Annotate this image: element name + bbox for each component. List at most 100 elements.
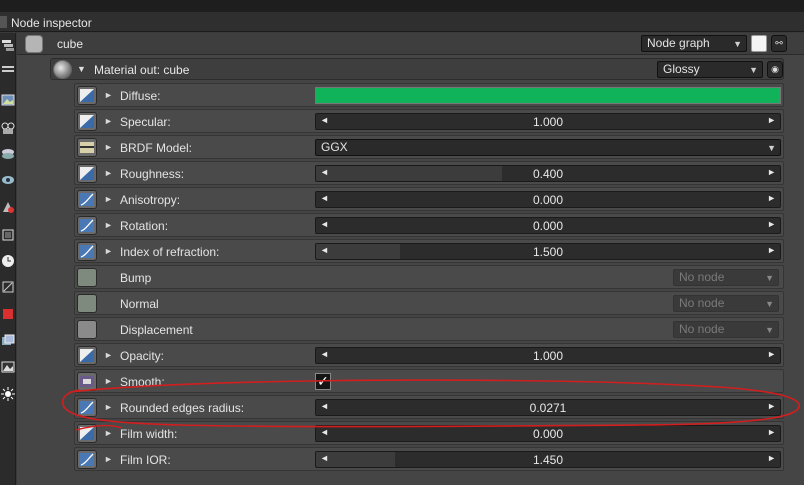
gradient-icon[interactable] <box>77 112 97 131</box>
value-slider[interactable]: ◄ 1.500 ► <box>315 243 781 260</box>
parameter-list: ► Diffuse: ► Specular: ◄ 1.000 ► ► BRDF Model: GG… <box>74 83 784 473</box>
value-slider[interactable]: ◄ 1.450 ► <box>315 451 781 468</box>
left-toolbar <box>0 33 16 485</box>
value-slider[interactable]: ◄ 0.000 ► <box>315 217 781 234</box>
increment-arrow-icon[interactable]: ► <box>767 115 776 125</box>
gradient-icon[interactable] <box>77 346 97 365</box>
smooth-checkbox[interactable]: ✓ <box>315 373 331 390</box>
value-slider[interactable]: ◄ 0.400 ► <box>315 165 781 182</box>
material-icon[interactable] <box>1 200 15 214</box>
disc-icon[interactable] <box>1 147 15 161</box>
increment-arrow-icon[interactable]: ► <box>767 193 776 203</box>
param-label: Rounded edges radius: <box>120 401 245 415</box>
expand-icon[interactable]: ► <box>104 142 113 152</box>
param-row: ► Anisotropy: ◄ 0.000 ► <box>74 187 784 211</box>
top-bar <box>0 0 804 12</box>
gradient-icon[interactable] <box>77 424 97 443</box>
expand-icon[interactable]: ► <box>104 220 113 230</box>
chevron-down-icon: ▼ <box>733 39 742 49</box>
clock-icon[interactable] <box>1 254 15 268</box>
expand-icon[interactable]: ► <box>104 246 113 256</box>
slider-value: 1.000 <box>532 349 564 363</box>
curve-icon[interactable] <box>77 216 97 235</box>
landscape-icon[interactable] <box>1 360 15 374</box>
stack-icon[interactable] <box>1 333 15 347</box>
increment-arrow-icon[interactable]: ► <box>767 349 776 359</box>
curve-icon[interactable] <box>77 450 97 469</box>
expand-icon[interactable]: ► <box>104 90 113 100</box>
param-label: BRDF Model: <box>120 141 193 155</box>
expand-icon[interactable]: ► <box>104 168 113 178</box>
list-icon[interactable] <box>1 63 15 77</box>
gradient-icon[interactable] <box>77 86 97 105</box>
curve-icon[interactable] <box>77 190 97 209</box>
increment-arrow-icon[interactable]: ► <box>767 453 776 463</box>
expand-icon[interactable]: ► <box>104 116 113 126</box>
panel-title-bar: Node inspector <box>0 12 804 32</box>
node-color-swatch[interactable] <box>25 35 43 53</box>
node-graph-dropdown[interactable]: Node graph ▼ <box>641 35 747 52</box>
param-row: ► Rounded edges radius: ◄ 0.0271 ► <box>74 395 784 419</box>
material-eye-icon[interactable]: ◉ <box>767 61 783 78</box>
empty-icon[interactable] <box>77 320 97 339</box>
color-swatch-bar[interactable] <box>315 87 781 104</box>
camera-icon[interactable] <box>1 121 15 135</box>
increment-arrow-icon[interactable]: ► <box>767 219 776 229</box>
chevron-down-icon: ▼ <box>765 299 774 309</box>
param-row: ► Film width: ◄ 0.000 ► <box>74 421 784 445</box>
node-link-dropdown[interactable]: No node ▼ <box>673 295 779 312</box>
curve-icon[interactable] <box>77 242 97 261</box>
image-icon[interactable] <box>1 93 15 107</box>
value-slider[interactable]: ◄ 0.000 ► <box>315 191 781 208</box>
increment-arrow-icon[interactable]: ► <box>767 401 776 411</box>
param-label: Specular: <box>120 115 171 129</box>
gradient-icon[interactable] <box>77 164 97 183</box>
material-sphere-icon <box>53 60 72 79</box>
slider-value: 1.450 <box>532 453 564 467</box>
param-label: Normal <box>120 297 159 311</box>
expand-icon[interactable]: ► <box>104 376 113 386</box>
value-slider[interactable]: ◄ 1.000 ► <box>315 113 781 130</box>
sun-icon[interactable] <box>1 387 15 401</box>
chevron-down-icon: ▼ <box>765 273 774 283</box>
dropdown-value: No node <box>679 270 725 284</box>
frame-icon[interactable] <box>1 228 15 242</box>
collapse-icon[interactable]: ▼ <box>77 64 86 74</box>
cube-icon[interactable] <box>1 307 15 321</box>
expand-icon[interactable]: ► <box>104 428 113 438</box>
empty-icon[interactable] <box>77 268 97 287</box>
increment-arrow-icon[interactable]: ► <box>767 167 776 177</box>
node-link-dropdown[interactable]: No node ▼ <box>673 321 779 338</box>
increment-arrow-icon[interactable]: ► <box>767 427 776 437</box>
node-header: cube Node graph ▼ ⚯ <box>17 33 804 55</box>
chevron-down-icon: ▼ <box>765 325 774 335</box>
expand-icon[interactable]: ► <box>104 350 113 360</box>
panel-grip[interactable] <box>0 16 7 28</box>
chevron-down-icon: ▼ <box>749 65 758 75</box>
value-slider[interactable]: ◄ 0.000 ► <box>315 425 781 442</box>
material-type-dropdown[interactable]: Glossy ▼ <box>657 61 763 78</box>
curve-icon[interactable] <box>77 398 97 417</box>
empty-icon[interactable] <box>77 294 97 313</box>
value-slider[interactable]: ◄ 0.0271 ► <box>315 399 781 416</box>
white-color-button[interactable] <box>751 35 767 52</box>
dropdown-value: GGX <box>321 140 348 154</box>
chevron-down-icon: ▼ <box>767 143 776 153</box>
node-graph-icon[interactable]: ⚯ <box>771 35 787 52</box>
param-row: ► Roughness: ◄ 0.400 ► <box>74 161 784 185</box>
layers-icon[interactable] <box>1 38 15 52</box>
enum-icon[interactable] <box>77 138 97 157</box>
param-row: ► Rotation: ◄ 0.000 ► <box>74 213 784 237</box>
expand-icon[interactable]: ► <box>104 454 113 464</box>
node-link-dropdown[interactable]: No node ▼ <box>673 269 779 286</box>
value-slider[interactable]: ◄ 1.000 ► <box>315 347 781 364</box>
expand-icon[interactable]: ► <box>104 402 113 412</box>
param-row: Normal No node ▼ <box>74 291 784 315</box>
expand-icon[interactable]: ► <box>104 194 113 204</box>
eye-icon[interactable] <box>1 173 15 187</box>
increment-arrow-icon[interactable]: ► <box>767 245 776 255</box>
transform-icon[interactable] <box>1 280 15 294</box>
node-graph-dropdown-value: Node graph <box>647 36 710 50</box>
brdf-model-dropdown[interactable]: GGX ▼ <box>315 139 781 156</box>
bool-icon[interactable] <box>77 372 97 391</box>
